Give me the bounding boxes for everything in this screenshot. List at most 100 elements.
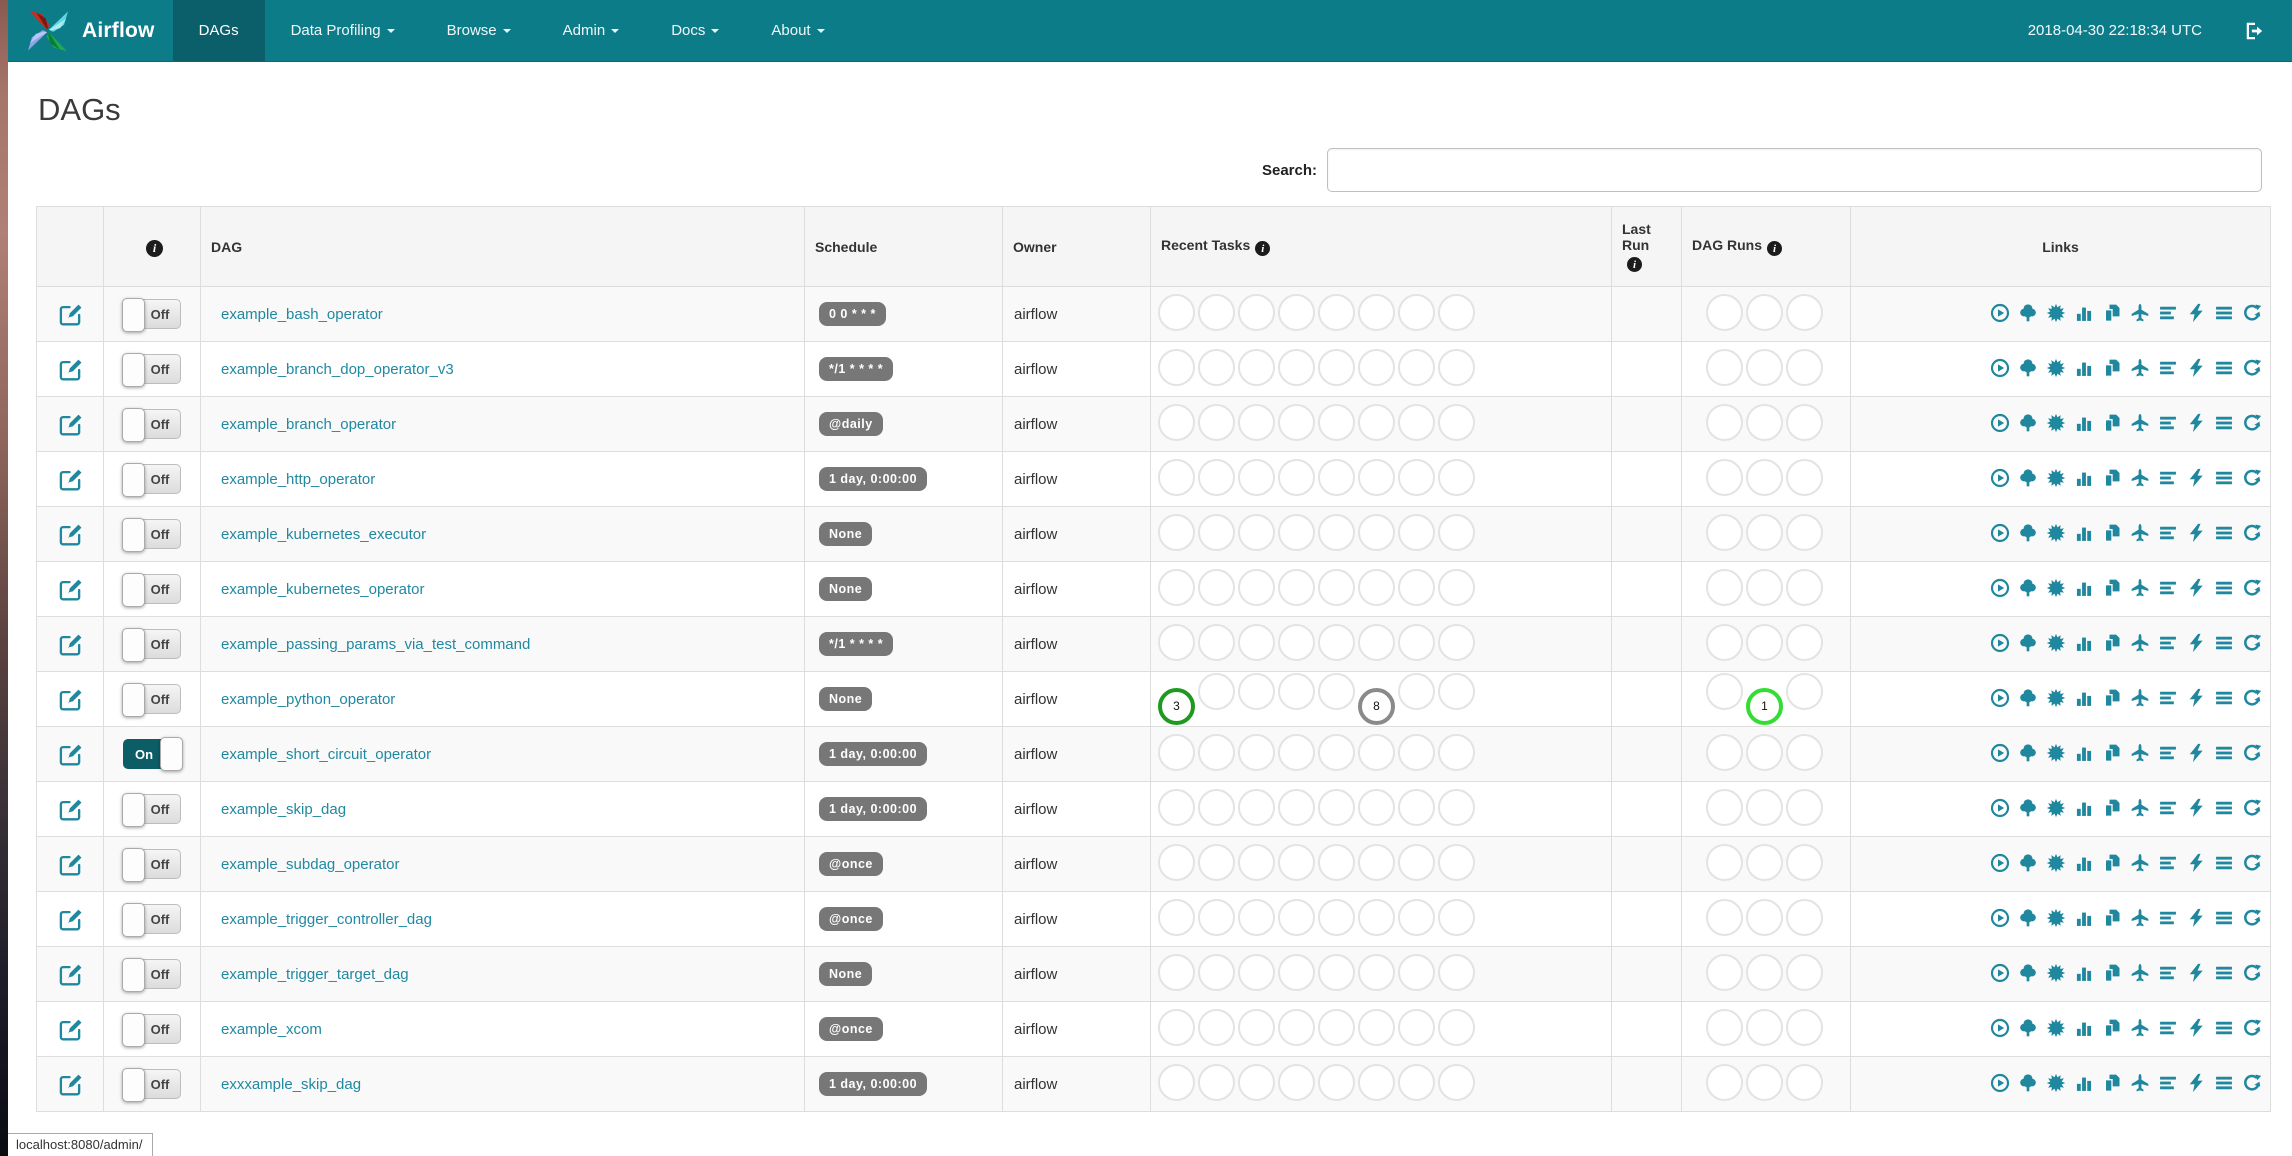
trigger-dag-icon[interactable]	[1990, 578, 2010, 598]
code-view-icon[interactable]	[2186, 908, 2206, 928]
recent-task-circle[interactable]	[1238, 673, 1275, 711]
dag-pause-toggle[interactable]: Off	[122, 408, 181, 442]
dag-pause-toggle[interactable]: Off	[122, 298, 181, 332]
recent-task-circle[interactable]	[1438, 404, 1475, 441]
dag-name-link[interactable]: example_branch_dop_operator_v3	[221, 361, 454, 378]
recent-task-circle[interactable]	[1318, 789, 1355, 826]
dag-pause-toggle[interactable]: Off	[122, 1013, 181, 1047]
gantt-icon[interactable]	[2158, 633, 2178, 653]
recent-task-circle[interactable]	[1438, 514, 1475, 551]
logs-icon[interactable]	[2214, 413, 2234, 433]
nav-menu-item-admin[interactable]: Admin	[537, 0, 646, 61]
recent-task-circle[interactable]	[1278, 514, 1315, 551]
graph-view-icon[interactable]	[2046, 303, 2066, 323]
trigger-dag-icon[interactable]	[1990, 798, 2010, 818]
schedule-badge[interactable]: */1 * * * *	[819, 357, 894, 381]
graph-view-icon[interactable]	[2046, 908, 2066, 928]
refresh-icon[interactable]	[2242, 798, 2262, 818]
landing-times-icon[interactable]	[2130, 853, 2150, 873]
recent-task-circle[interactable]	[1238, 404, 1275, 441]
trigger-dag-icon[interactable]	[1990, 523, 2010, 543]
code-view-icon[interactable]	[2186, 578, 2206, 598]
code-view-icon[interactable]	[2186, 853, 2206, 873]
task-tries-icon[interactable]	[2102, 303, 2122, 323]
tree-view-icon[interactable]	[2018, 633, 2038, 653]
recent-task-circle[interactable]	[1238, 1064, 1275, 1101]
nav-menu-item-docs[interactable]: Docs	[645, 0, 745, 61]
gantt-icon[interactable]	[2158, 578, 2178, 598]
recent-task-circle[interactable]	[1318, 569, 1355, 606]
recent-task-circle[interactable]	[1278, 789, 1315, 826]
logs-icon[interactable]	[2214, 743, 2234, 763]
code-view-icon[interactable]	[2186, 633, 2206, 653]
recent-task-circle[interactable]	[1318, 1009, 1355, 1046]
header-dag[interactable]: DAG	[200, 206, 805, 287]
refresh-icon[interactable]	[2242, 908, 2262, 928]
recent-task-circle[interactable]	[1278, 349, 1315, 386]
refresh-icon[interactable]	[2242, 303, 2262, 323]
dag-run-circle[interactable]	[1746, 844, 1783, 881]
recent-task-circle[interactable]	[1358, 899, 1395, 936]
nav-menu-item-dags[interactable]: DAGs	[172, 0, 265, 61]
graph-view-icon[interactable]	[2046, 1018, 2066, 1038]
recent-task-circle[interactable]	[1438, 294, 1475, 331]
logs-icon[interactable]	[2214, 358, 2234, 378]
recent-task-circle[interactable]	[1158, 349, 1195, 386]
landing-times-icon[interactable]	[2130, 633, 2150, 653]
graph-view-icon[interactable]	[2046, 358, 2066, 378]
gantt-icon[interactable]	[2158, 688, 2178, 708]
recent-task-circle[interactable]	[1318, 899, 1355, 936]
recent-task-circle[interactable]	[1438, 1009, 1475, 1046]
dag-name-link[interactable]: example_http_operator	[221, 471, 375, 488]
recent-task-circle[interactable]	[1158, 624, 1195, 661]
dag-run-circle[interactable]	[1706, 404, 1743, 441]
dag-name-link[interactable]: example_bash_operator	[221, 306, 383, 323]
recent-task-circle[interactable]	[1158, 1064, 1195, 1101]
code-view-icon[interactable]	[2186, 1018, 2206, 1038]
refresh-icon[interactable]	[2242, 743, 2262, 763]
recent-task-circle[interactable]	[1158, 844, 1195, 881]
gantt-icon[interactable]	[2158, 1073, 2178, 1093]
trigger-dag-icon[interactable]	[1990, 633, 2010, 653]
graph-view-icon[interactable]	[2046, 468, 2066, 488]
dag-name-link[interactable]: example_kubernetes_executor	[221, 526, 426, 543]
schedule-badge[interactable]: 0 0 * * *	[819, 302, 886, 326]
tree-view-icon[interactable]	[2018, 413, 2038, 433]
tree-view-icon[interactable]	[2018, 523, 2038, 543]
refresh-icon[interactable]	[2242, 523, 2262, 543]
dag-pause-toggle[interactable]: On	[123, 737, 183, 771]
logs-icon[interactable]	[2214, 798, 2234, 818]
dag-name-link[interactable]: example_kubernetes_operator	[221, 581, 424, 598]
schedule-badge[interactable]: None	[819, 522, 873, 546]
recent-task-circle[interactable]	[1198, 844, 1235, 881]
nav-menu-item-about[interactable]: About	[745, 0, 850, 61]
dag-name-link[interactable]: example_python_operator	[221, 691, 395, 708]
recent-task-circle[interactable]	[1198, 899, 1235, 936]
logs-icon[interactable]	[2214, 853, 2234, 873]
recent-task-circle[interactable]	[1318, 514, 1355, 551]
info-icon[interactable]	[1767, 241, 1782, 257]
recent-task-circle[interactable]	[1198, 294, 1235, 331]
recent-task-circle[interactable]	[1278, 734, 1315, 771]
dag-name-link[interactable]: exxxample_skip_dag	[221, 1076, 361, 1093]
task-tries-icon[interactable]	[2102, 963, 2122, 983]
task-duration-icon[interactable]	[2074, 743, 2094, 763]
code-view-icon[interactable]	[2186, 743, 2206, 763]
recent-task-circle[interactable]	[1438, 569, 1475, 606]
trigger-dag-icon[interactable]	[1990, 1018, 2010, 1038]
recent-task-circle[interactable]	[1278, 569, 1315, 606]
landing-times-icon[interactable]	[2130, 963, 2150, 983]
trigger-dag-icon[interactable]	[1990, 688, 2010, 708]
recent-task-circle[interactable]	[1278, 899, 1315, 936]
recent-task-circle[interactable]	[1238, 1009, 1275, 1046]
tree-view-icon[interactable]	[2018, 358, 2038, 378]
landing-times-icon[interactable]	[2130, 303, 2150, 323]
nav-menu-item-data-profiling[interactable]: Data Profiling	[265, 0, 421, 61]
landing-times-icon[interactable]	[2130, 908, 2150, 928]
recent-task-circle[interactable]	[1158, 899, 1195, 936]
landing-times-icon[interactable]	[2130, 523, 2150, 543]
schedule-badge[interactable]: 1 day, 0:00:00	[819, 797, 928, 821]
edit-dag-icon[interactable]	[58, 524, 83, 545]
recent-task-circle[interactable]	[1278, 294, 1315, 331]
dag-run-circle[interactable]	[1746, 514, 1783, 551]
